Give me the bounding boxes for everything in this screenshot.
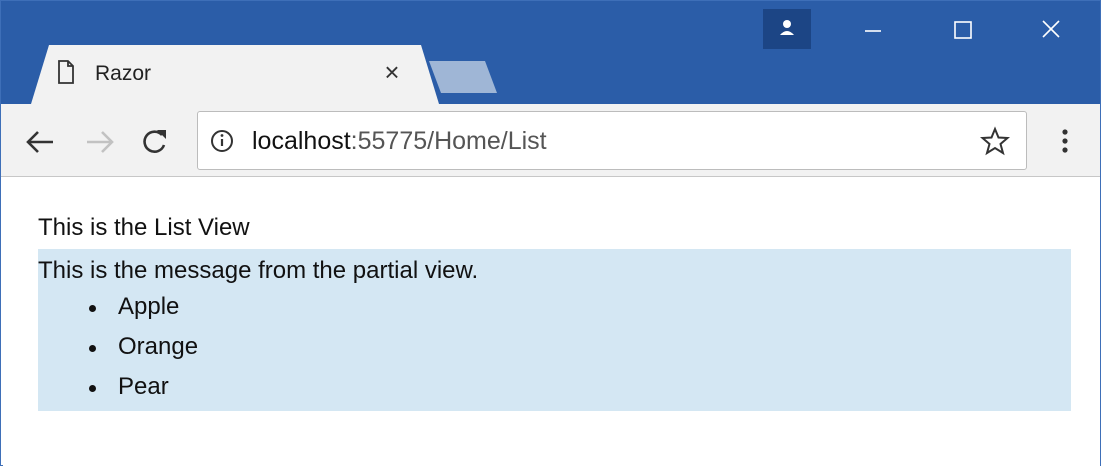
minimize-icon[interactable] [847, 9, 899, 49]
reload-icon[interactable] [137, 126, 171, 158]
menu-dots-icon[interactable] [1055, 126, 1075, 156]
star-icon[interactable] [980, 126, 1010, 156]
toolbar: localhost:55775/Home/List [1, 104, 1100, 177]
back-arrow-icon[interactable] [23, 126, 57, 158]
forward-arrow-icon[interactable] [83, 126, 117, 158]
bullet [89, 305, 96, 312]
page-content: This is the List View This is the messag… [3, 178, 1100, 466]
info-icon[interactable] [210, 129, 234, 153]
profile-icon[interactable] [763, 9, 811, 49]
fruit-list: Apple Orange Pear [38, 293, 198, 413]
partial-view: This is the message from the partial vie… [38, 249, 1071, 411]
list-item-label: Orange [118, 333, 199, 360]
new-tab-icon[interactable] [429, 61, 497, 93]
url-text: localhost:55775/Home/List [252, 127, 547, 155]
list-item: Pear [38, 373, 198, 413]
bullet [89, 345, 96, 352]
url-host: localhost [252, 127, 351, 155]
browser-window: Razor × localhost:55775/Home/List This i… [0, 0, 1101, 466]
page-icon [58, 60, 74, 84]
close-icon[interactable]: × [377, 57, 407, 87]
address-bar[interactable]: localhost:55775/Home/List [197, 111, 1027, 170]
view-title: This is the List View [38, 214, 250, 241]
partial-message: This is the message from the partial vie… [38, 257, 479, 284]
list-item-label: Apple [118, 293, 180, 320]
list-item-label: Pear [118, 373, 169, 400]
title-bar: Razor × [1, 1, 1100, 104]
window-close-icon[interactable] [1025, 9, 1077, 49]
list-item: Apple [38, 293, 198, 333]
list-item: Orange [38, 333, 198, 373]
url-path: :55775/Home/List [350, 127, 547, 155]
tab-title: Razor [95, 62, 152, 85]
bullet [89, 385, 96, 392]
maximize-icon[interactable] [937, 9, 989, 49]
